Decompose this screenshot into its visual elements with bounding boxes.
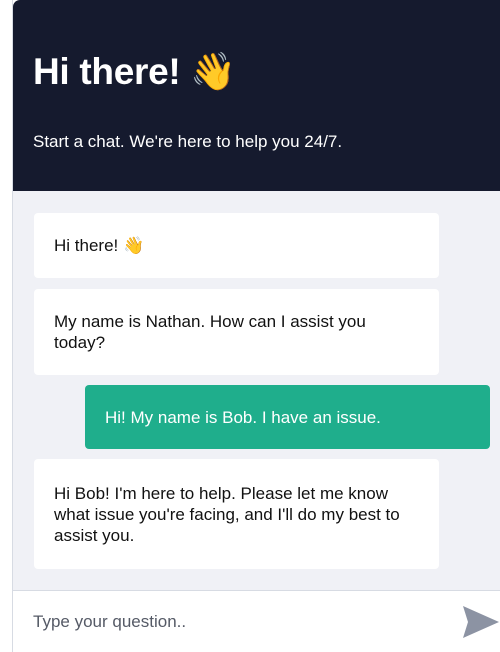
message-composer — [13, 590, 500, 652]
chat-widget: Hi there! 👋 Start a chat. We're here to … — [12, 0, 500, 652]
message-text: Hi Bob! I'm here to help. Please let me … — [54, 483, 400, 545]
question-input[interactable] — [33, 609, 433, 635]
message-text: My name is Nathan. How can I assist you … — [54, 312, 366, 352]
send-icon — [463, 606, 499, 638]
message-text: Hi there! 👋 — [54, 236, 145, 255]
message-text: Hi! My name is Bob. I have an issue. — [105, 407, 381, 427]
user-message: Hi! My name is Bob. I have an issue. — [85, 385, 490, 449]
bot-message: Hi there! 👋 — [34, 213, 439, 278]
bot-message: My name is Nathan. How can I assist you … — [34, 289, 439, 375]
message-list: Hi there! 👋 My name is Nathan. How can I… — [13, 191, 500, 590]
bot-message: Hi Bob! I'm here to help. Please let me … — [34, 459, 439, 569]
header-subtitle: Start a chat. We're here to help you 24/… — [33, 132, 343, 151]
chat-header: Hi there! 👋 Start a chat. We're here to … — [13, 0, 500, 191]
send-button[interactable] — [462, 605, 500, 639]
header-title: Hi there! 👋 — [33, 51, 237, 92]
